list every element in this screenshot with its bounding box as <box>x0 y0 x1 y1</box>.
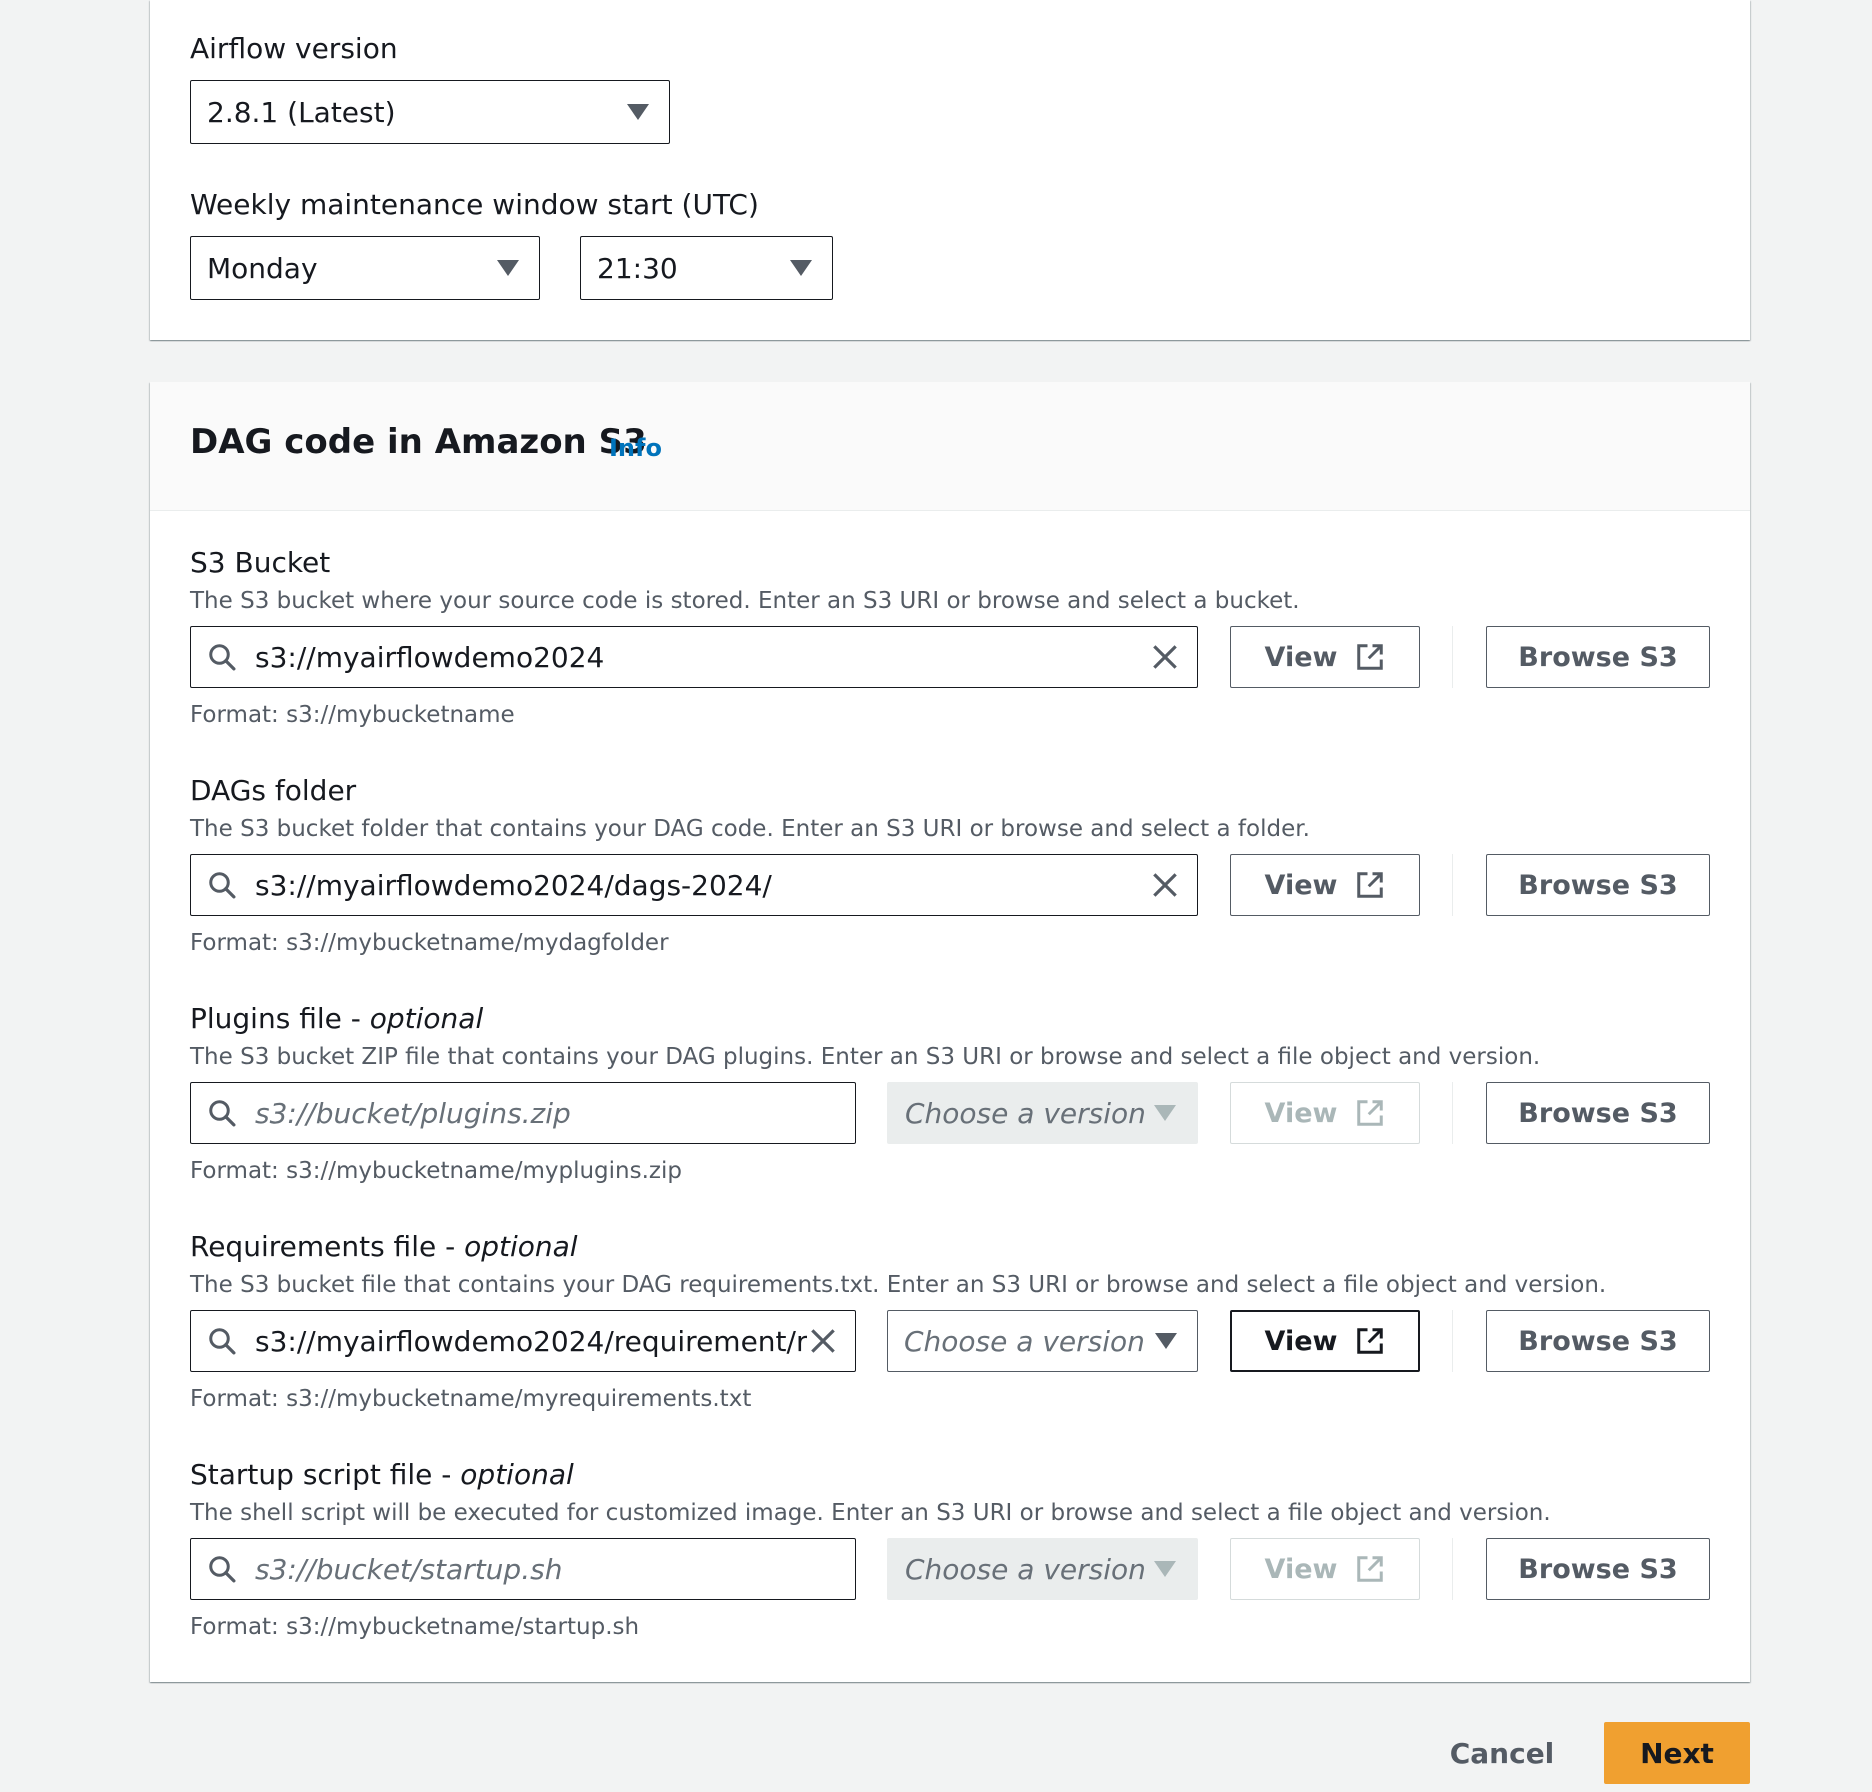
airflow-version-value: 2.8.1 (Latest) <box>207 95 396 129</box>
airflow-version-label: Airflow version <box>190 32 398 65</box>
dags-folder-format: Format: s3://mybucketname/mydagfolder <box>190 930 669 956</box>
startup-version-select[interactable]: Choose a version <box>887 1538 1198 1600</box>
view-label: View <box>1264 1097 1338 1129</box>
s3-bucket-description: The S3 bucket where your source code is … <box>190 588 1300 614</box>
plugins-file-format: Format: s3://mybucketname/myplugins.zip <box>190 1158 682 1184</box>
caret-down-icon <box>627 104 649 120</box>
divider <box>1452 626 1453 688</box>
search-icon <box>209 1556 236 1583</box>
requirements-file-label: Requirements file - optional <box>190 1230 578 1263</box>
divider <box>1452 1310 1453 1372</box>
external-link-icon <box>1357 644 1384 670</box>
plugins-file-view-button[interactable]: View <box>1230 1082 1420 1144</box>
dags-folder-browse-button[interactable]: Browse S3 <box>1486 854 1710 916</box>
s3-bucket-browse-button[interactable]: Browse S3 <box>1486 626 1710 688</box>
optional-tag: optional <box>369 1002 484 1035</box>
requirements-version-placeholder: Choose a version <box>904 1324 1145 1358</box>
requirements-version-select[interactable]: Choose a version <box>887 1310 1198 1372</box>
external-link-icon <box>1357 872 1384 898</box>
plugins-file-placeholder: s3://bucket/plugins.zip <box>255 1096 571 1130</box>
requirements-file-input[interactable]: s3://myairflowdemo2024/requirement/re <box>190 1310 856 1372</box>
dag-code-header: DAG code in Amazon S3 Info <box>150 382 1750 511</box>
s3-bucket-value: s3://myairflowdemo2024 <box>255 640 605 674</box>
dags-folder-description: The S3 bucket folder that contains your … <box>190 816 1310 842</box>
requirements-file-description: The S3 bucket file that contains your DA… <box>190 1272 1607 1298</box>
close-icon[interactable] <box>1149 641 1181 673</box>
close-icon[interactable] <box>1149 869 1181 901</box>
external-link-icon <box>1357 1556 1384 1582</box>
requirements-file-format: Format: s3://mybucketname/myrequirements… <box>190 1386 752 1412</box>
dags-folder-view-button[interactable]: View <box>1230 854 1420 916</box>
airflow-version-select[interactable]: 2.8.1 (Latest) <box>190 80 670 144</box>
plugins-file-description: The S3 bucket ZIP file that contains you… <box>190 1044 1541 1070</box>
search-icon <box>209 1328 236 1355</box>
plugins-file-browse-button[interactable]: Browse S3 <box>1486 1082 1710 1144</box>
browse-label: Browse S3 <box>1518 1325 1678 1357</box>
startup-script-browse-button[interactable]: Browse S3 <box>1486 1538 1710 1600</box>
startup-script-label: Startup script file - optional <box>190 1458 574 1491</box>
plugins-version-placeholder: Choose a version <box>905 1096 1146 1130</box>
dags-folder-input[interactable]: s3://myairflowdemo2024/dags-2024/ <box>190 854 1198 916</box>
search-icon <box>209 1100 236 1127</box>
requirements-file-browse-button[interactable]: Browse S3 <box>1486 1310 1710 1372</box>
maintenance-time-select[interactable]: 21:30 <box>580 236 833 300</box>
plugins-file-input[interactable]: s3://bucket/plugins.zip <box>190 1082 856 1144</box>
info-link[interactable]: Info <box>609 434 662 462</box>
startup-script-description: The shell script will be executed for cu… <box>190 1500 1551 1526</box>
browse-label: Browse S3 <box>1518 869 1678 901</box>
maintenance-day-select[interactable]: Monday <box>190 236 540 300</box>
search-icon <box>209 872 236 899</box>
s3-bucket-label: S3 Bucket <box>190 546 331 579</box>
external-link-icon <box>1357 1328 1384 1354</box>
optional-tag: optional <box>464 1230 578 1263</box>
caret-down-icon <box>497 260 519 276</box>
dag-code-panel: DAG code in Amazon S3 Info S3 Bucket The… <box>150 382 1750 1682</box>
requirements-file-value: s3://myairflowdemo2024/requirement/re <box>255 1324 807 1358</box>
divider <box>1452 1082 1453 1144</box>
dags-folder-label: DAGs folder <box>190 774 357 807</box>
cancel-button[interactable]: Cancel <box>1432 1722 1572 1784</box>
startup-script-format: Format: s3://mybucketname/startup.sh <box>190 1614 640 1640</box>
view-label: View <box>1264 1325 1338 1357</box>
maintenance-window-label: Weekly maintenance window start (UTC) <box>190 188 759 221</box>
close-icon[interactable] <box>807 1325 839 1357</box>
s3-bucket-view-button[interactable]: View <box>1230 626 1420 688</box>
view-label: View <box>1264 1553 1338 1585</box>
caret-down-icon <box>1154 1105 1176 1121</box>
caret-down-icon <box>790 260 812 276</box>
requirements-file-label-text: Requirements file - <box>190 1230 465 1263</box>
maintenance-time-value: 21:30 <box>597 251 678 285</box>
startup-script-input[interactable]: s3://bucket/startup.sh <box>190 1538 856 1600</box>
dags-folder-value: s3://myairflowdemo2024/dags-2024/ <box>255 868 772 902</box>
caret-down-icon <box>1154 1561 1176 1577</box>
search-icon <box>209 644 236 671</box>
startup-script-label-text: Startup script file - <box>190 1458 461 1491</box>
s3-bucket-format: Format: s3://mybucketname <box>190 702 515 728</box>
startup-script-placeholder: s3://bucket/startup.sh <box>255 1552 563 1586</box>
optional-tag: optional <box>460 1458 574 1491</box>
plugins-version-select[interactable]: Choose a version <box>887 1082 1198 1144</box>
browse-label: Browse S3 <box>1518 1553 1678 1585</box>
divider <box>1452 854 1453 916</box>
s3-bucket-input[interactable]: s3://myairflowdemo2024 <box>190 626 1198 688</box>
external-link-icon <box>1357 1100 1384 1126</box>
divider <box>1452 1538 1453 1600</box>
maintenance-day-value: Monday <box>207 251 318 285</box>
startup-version-placeholder: Choose a version <box>905 1552 1146 1586</box>
browse-label: Browse S3 <box>1518 1097 1678 1129</box>
requirements-file-view-button[interactable]: View <box>1230 1310 1420 1372</box>
next-button[interactable]: Next <box>1604 1722 1750 1784</box>
browse-label: Browse S3 <box>1518 641 1678 673</box>
environment-panel: Airflow version 2.8.1 (Latest) Weekly ma… <box>150 0 1750 340</box>
section-title: DAG code in Amazon S3 <box>190 422 647 462</box>
caret-down-icon <box>1155 1333 1177 1349</box>
view-label: View <box>1264 869 1338 901</box>
plugins-file-label: Plugins file - optional <box>190 1002 483 1035</box>
startup-script-view-button[interactable]: View <box>1230 1538 1420 1600</box>
plugins-file-label-text: Plugins file - <box>190 1002 370 1035</box>
view-label: View <box>1264 641 1338 673</box>
